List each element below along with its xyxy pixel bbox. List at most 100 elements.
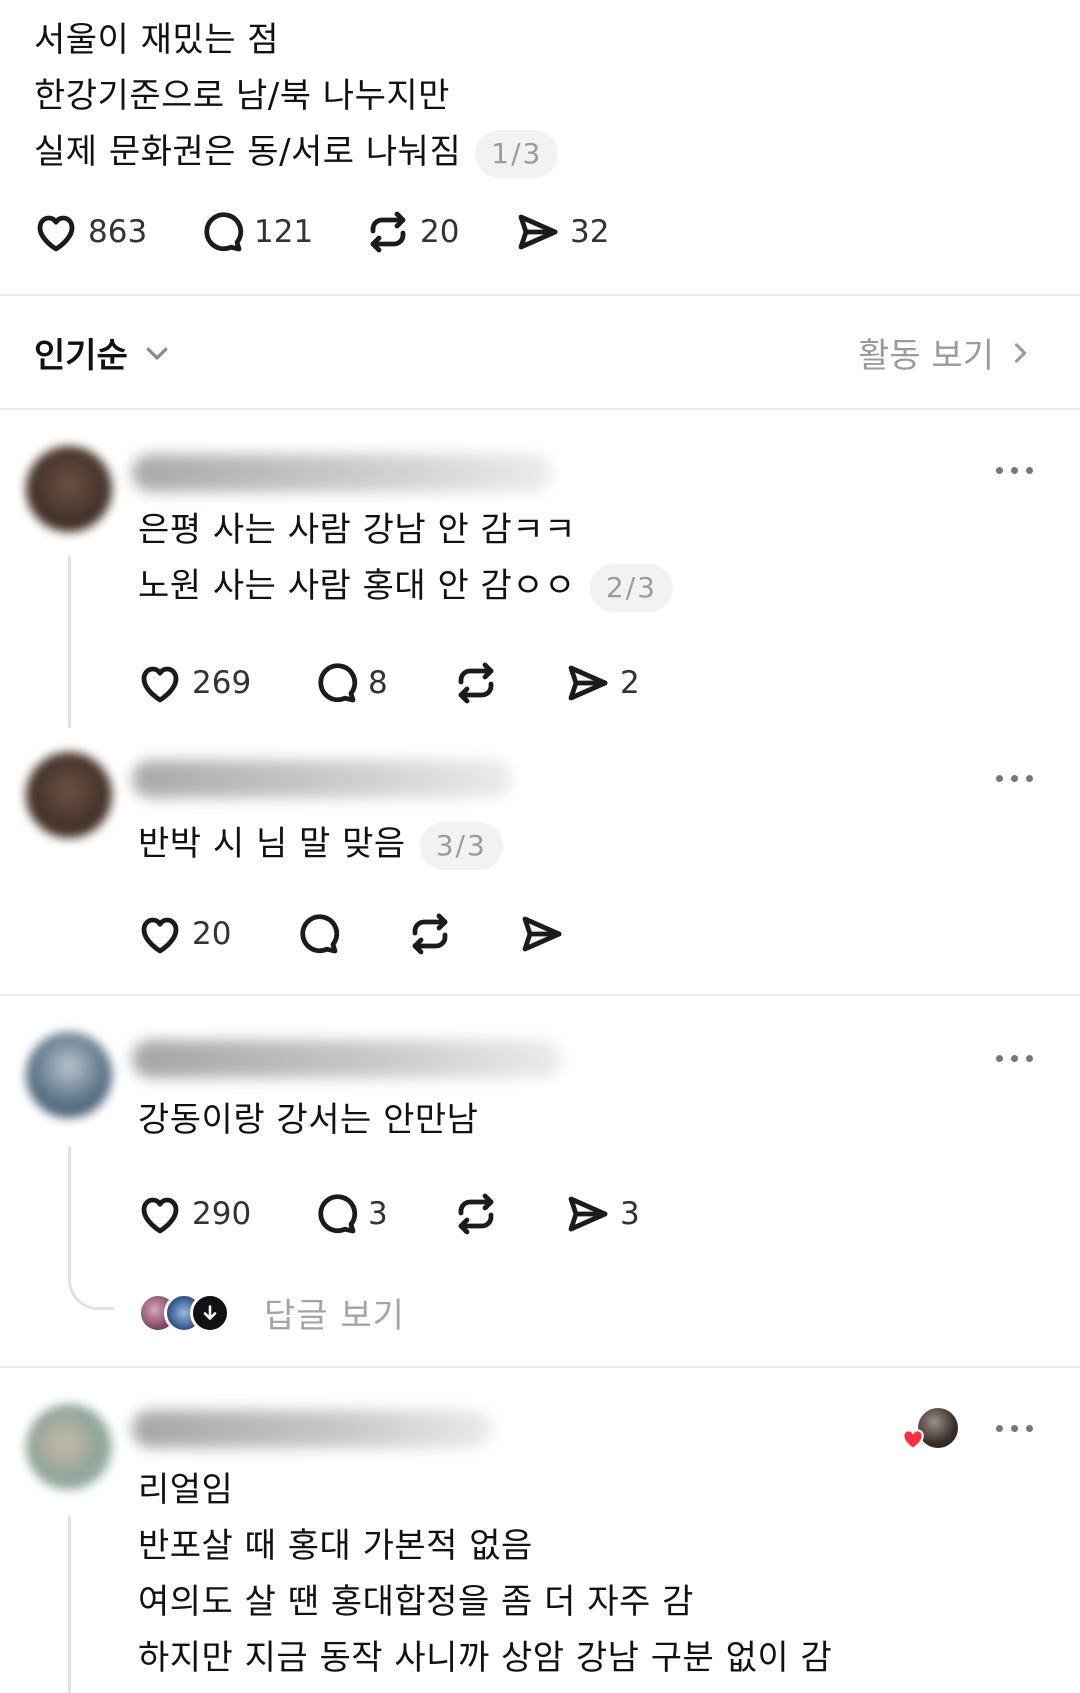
comment-button[interactable]: 3: [312, 1190, 452, 1238]
post-line-text: 실제 문화권은 동/서로 나눠짐: [34, 132, 462, 172]
more-dot: [1025, 774, 1033, 782]
share-button[interactable]: [518, 910, 566, 958]
share-count: 2: [620, 665, 640, 701]
post-actions: 863 121 20 32: [32, 208, 609, 256]
comment-count: 8: [368, 665, 388, 701]
heart-icon: [141, 917, 179, 954]
comment-text: 강동이랑 강서는 안만남: [138, 1092, 478, 1148]
view-replies-row[interactable]: 답글 보기: [138, 1288, 405, 1337]
divider: [0, 994, 1080, 996]
repost-icon: [458, 1193, 494, 1235]
like-button[interactable]: 863: [32, 208, 198, 256]
send-icon: [568, 665, 608, 701]
comment-line: 은평 사는 사람 강남 안 감ㅋㅋ: [138, 510, 576, 550]
username-blurred[interactable]: [132, 1410, 492, 1448]
repost-button[interactable]: [406, 910, 518, 958]
comment-line: 리얼임: [138, 1470, 234, 1510]
like-count: 863: [88, 214, 148, 250]
repost-button[interactable]: 20: [364, 208, 514, 256]
comment-button[interactable]: [294, 910, 406, 958]
thread-line: [68, 1146, 71, 1270]
share-button[interactable]: 32: [514, 208, 609, 256]
comment-line: 강동이랑 강서는 안만남: [138, 1100, 479, 1140]
repost-icon: [458, 662, 494, 704]
sort-label: 인기순: [34, 336, 128, 376]
more-dots-icon: [995, 1054, 1003, 1062]
comment-count: 121: [254, 214, 314, 250]
more-dot: [1025, 466, 1033, 474]
like-count: 20: [192, 916, 232, 952]
like-button[interactable]: 269: [136, 659, 312, 707]
divider: [0, 1366, 1080, 1368]
more-dot: [1010, 466, 1018, 474]
more-button[interactable]: [990, 446, 1038, 494]
post-text: 서울이 재밌는 점 한강기준으로 남/북 나누지만 실제 문화권은 동/서로 나…: [34, 12, 1014, 180]
more-dot: [1025, 1054, 1033, 1062]
like-count: 290: [192, 1196, 252, 1232]
comment-line-text: 반박 시 님 말 맞음: [138, 824, 406, 864]
avatar[interactable]: [26, 446, 112, 532]
comment-line: 반포살 때 홍대 가본적 없음: [138, 1526, 533, 1566]
comment-actions: 20: [136, 910, 566, 958]
avatar[interactable]: [26, 752, 112, 838]
comment-bubble-icon: [318, 663, 358, 703]
heart-icon: [37, 215, 75, 252]
like-button[interactable]: 290: [136, 1190, 312, 1238]
comment-button[interactable]: 121: [198, 208, 364, 256]
activity-link[interactable]: 활동 보기: [858, 328, 1034, 377]
username-blurred[interactable]: [132, 454, 552, 492]
more-button[interactable]: [990, 1034, 1038, 1082]
comment-text: 리얼임 반포살 때 홍대 가본적 없음 여의도 살 땐 홍대합정을 좀 더 자주…: [138, 1462, 832, 1686]
avatar[interactable]: [26, 1032, 112, 1118]
post-line: 서울이 재밌는 점: [34, 20, 280, 60]
comment-line: 하지만 지금 동작 사니까 상암 강남 구분 없이 감: [138, 1638, 833, 1678]
comment-count: 3: [368, 1196, 388, 1232]
arrow-down-icon: [190, 1292, 230, 1333]
liked-by-author[interactable]: [902, 1408, 958, 1452]
heart-icon: [141, 666, 179, 703]
username-blurred[interactable]: [132, 1040, 562, 1078]
comment-line: 여의도 살 땐 홍대합정을 좀 더 자주 감: [138, 1582, 694, 1622]
comment-bubble-icon: [318, 1194, 358, 1234]
post-line: 실제 문화권은 동/서로 나눠짐 1/3: [34, 124, 1014, 180]
more-dots-icon: [995, 1424, 1003, 1432]
more-dot: [1010, 774, 1018, 782]
heart-filled-icon: [902, 1429, 924, 1451]
repost-button[interactable]: [452, 1190, 564, 1238]
more-button[interactable]: [990, 1404, 1038, 1452]
comment-actions: 290 3 3: [136, 1190, 640, 1238]
avatar[interactable]: [26, 1404, 112, 1490]
view-replies-label: 답글 보기: [264, 1296, 405, 1336]
arrow-down-glyph: [203, 1304, 217, 1320]
thread-line: [68, 1516, 71, 1693]
like-button[interactable]: 20: [136, 910, 294, 958]
send-icon: [568, 1196, 608, 1232]
comment-button[interactable]: 8: [312, 659, 452, 707]
page-indicator: 1/3: [475, 129, 559, 178]
page-indicator: 3/3: [419, 821, 503, 870]
more-dot: [1025, 1424, 1033, 1432]
comment-bubble-icon: [300, 914, 340, 954]
repost-count: 20: [420, 214, 460, 250]
thread-line: [68, 556, 71, 728]
sort-dropdown[interactable]: 인기순: [34, 328, 172, 377]
thread-curve: [68, 1270, 114, 1310]
comment-line: 반박 시 님 말 맞음 3/3: [138, 816, 503, 872]
share-button[interactable]: 2: [564, 659, 640, 707]
comment-actions: 269 8 2: [136, 659, 640, 707]
repost-icon: [370, 211, 406, 253]
comment-line-text: 노원 사는 사람 홍대 안 감ㅇㅇ: [138, 566, 576, 606]
repost-button[interactable]: [452, 659, 564, 707]
divider: [0, 408, 1080, 410]
more-button[interactable]: [990, 754, 1038, 802]
username-blurred[interactable]: [132, 760, 512, 798]
chevron-down-icon: [146, 347, 168, 360]
share-button[interactable]: 3: [564, 1190, 640, 1238]
heart-icon: [141, 1197, 179, 1234]
repost-icon: [412, 913, 448, 955]
more-dot: [1010, 1424, 1018, 1432]
activity-label: 활동 보기: [858, 336, 994, 376]
sort-bar: 인기순 활동 보기: [0, 296, 1080, 410]
chevron-right-icon: [1014, 342, 1027, 363]
share-count: 32: [570, 214, 610, 250]
